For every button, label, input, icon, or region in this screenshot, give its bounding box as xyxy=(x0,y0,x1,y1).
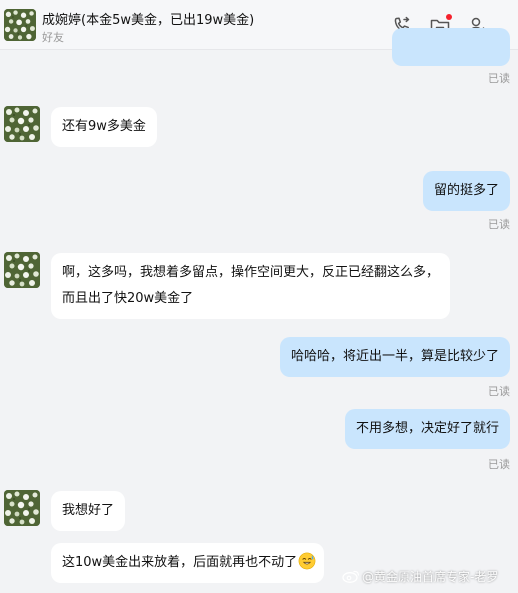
message-text-line: 啊，这多吗，我想着多留点，操作空间更大，反正已经翻这么多， xyxy=(62,265,440,280)
message-text: 我想好了 xyxy=(62,503,115,518)
message-text: 留的挺多了 xyxy=(433,183,499,198)
message-bubble-outgoing[interactable]: 留的挺多了 xyxy=(422,171,510,211)
watermark-text: @黄金原油首席专家-老罗 xyxy=(362,570,499,584)
read-receipt: 已读 xyxy=(488,458,510,471)
message-bubble-outgoing[interactable] xyxy=(392,28,510,66)
message-bubble-incoming[interactable]: 这10w美金出来放着，后面就再也不动了 xyxy=(51,543,325,583)
read-receipt: 已读 xyxy=(488,72,510,85)
message-bubble-outgoing[interactable]: 不用多想，决定好了就行 xyxy=(344,409,510,449)
message-bubble-incoming[interactable]: 还有9w多美金 xyxy=(51,107,157,147)
message-text: 不用多想，决定好了就行 xyxy=(355,421,499,436)
sweat-smile-emoji xyxy=(298,552,316,570)
read-receipt: 已读 xyxy=(488,385,510,398)
sender-avatar[interactable] xyxy=(4,490,40,526)
sender-avatar[interactable] xyxy=(4,106,40,142)
sender-avatar[interactable] xyxy=(4,252,40,288)
message-text-line: 而且出了快20w美金了 xyxy=(62,291,194,306)
message-text: 这10w美金出来放着，后面就再也不动了 xyxy=(62,555,298,570)
message-bubble-incoming[interactable]: 我想好了 xyxy=(51,491,126,531)
message-bubble-incoming[interactable]: 啊，这多吗，我想着多留点，操作空间更大，反正已经翻这么多， 而且出了快20w美金… xyxy=(51,253,451,319)
contact-avatar[interactable] xyxy=(4,9,36,41)
message-text: 哈哈哈，将近出一半，算是比较少了 xyxy=(290,349,499,364)
message-bubble-outgoing[interactable]: 哈哈哈，将近出一半，算是比较少了 xyxy=(279,337,510,377)
watermark: @黄金原油首席专家-老罗 xyxy=(342,568,498,585)
read-receipt: 已读 xyxy=(488,218,510,231)
contact-name: 成婉婷(本金5w美金，已出19w美金) xyxy=(42,13,255,28)
message-text: 还有9w多美金 xyxy=(62,119,146,134)
contact-relation: 好友 xyxy=(42,31,64,44)
weibo-logo-icon xyxy=(342,569,360,583)
notification-dot xyxy=(446,14,452,20)
